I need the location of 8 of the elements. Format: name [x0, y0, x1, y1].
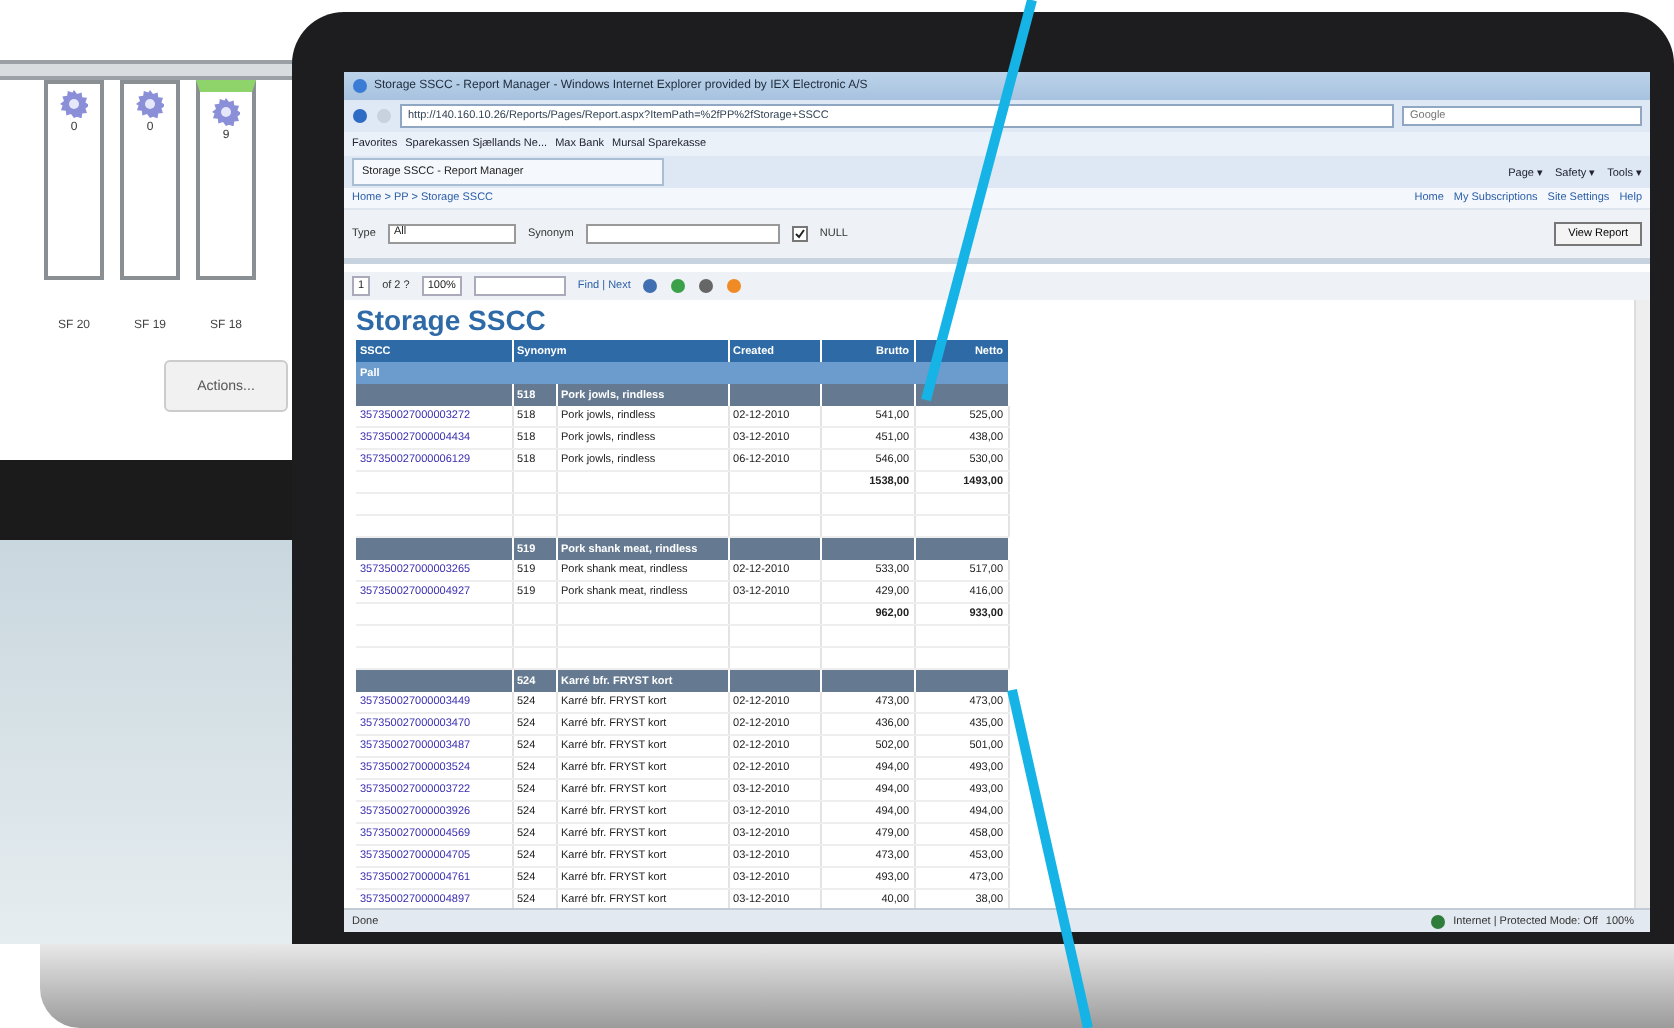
find-field[interactable] — [473, 276, 566, 296]
null-checkbox[interactable] — [791, 226, 808, 242]
gear-icon — [136, 90, 164, 118]
scrollbar[interactable] — [1634, 300, 1650, 908]
gear-icon — [212, 98, 240, 126]
synonym-field[interactable] — [585, 224, 780, 244]
report-title: Storage SSCC — [356, 304, 548, 340]
gear-icon — [60, 90, 88, 118]
